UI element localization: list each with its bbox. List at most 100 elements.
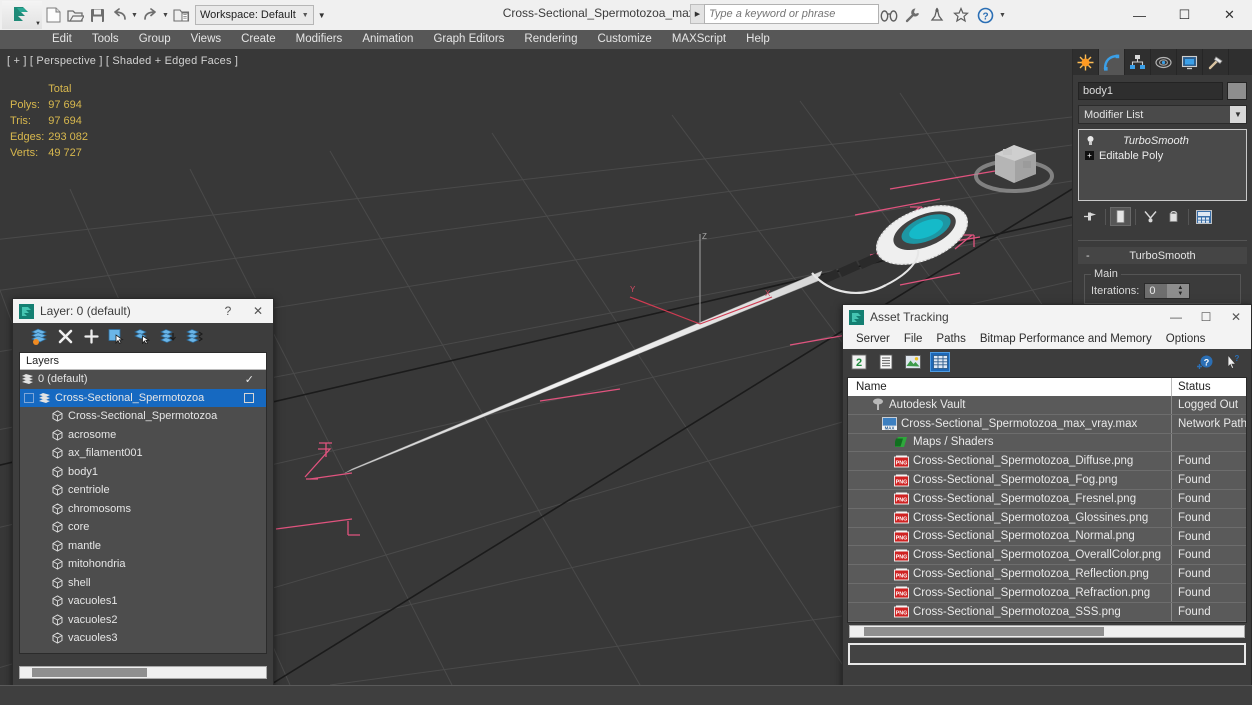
asset-name-cell[interactable]: Maps / Shaders bbox=[848, 434, 1172, 452]
help-dropdown-caret-icon[interactable]: ▼ bbox=[998, 3, 1007, 27]
utilities-tab-icon[interactable] bbox=[1203, 49, 1229, 75]
object-name-field[interactable]: body1 bbox=[1078, 82, 1223, 100]
minimize-button[interactable]: — bbox=[1161, 305, 1191, 329]
maximize-button[interactable]: ☐ bbox=[1162, 0, 1207, 30]
menu-item-views[interactable]: Views bbox=[181, 30, 231, 49]
asset-name-cell[interactable]: PNGCross-Sectional_Spermotozoa_Fog.png bbox=[848, 471, 1172, 489]
asset-row[interactable]: PNGCross-Sectional_Spermotozoa_Diffuse.p… bbox=[848, 452, 1246, 471]
asset-name-cell[interactable]: PNGCross-Sectional_Spermotozoa_Reflectio… bbox=[848, 565, 1172, 583]
asset-table[interactable]: Name Status Autodesk VaultLogged OutMAXC… bbox=[847, 377, 1247, 623]
close-button[interactable]: ✕ bbox=[243, 299, 273, 323]
scrollbar-thumb[interactable] bbox=[32, 668, 147, 677]
asset-row[interactable]: PNGCross-Sectional_Spermotozoa_Fog.pngFo… bbox=[848, 471, 1246, 490]
asset-menu-paths[interactable]: Paths bbox=[929, 333, 972, 345]
asset-row[interactable]: Autodesk VaultLogged Out bbox=[848, 396, 1246, 415]
hierarchy-tab-icon[interactable] bbox=[1125, 49, 1151, 75]
menu-item-create[interactable]: Create bbox=[231, 30, 286, 49]
help-add-icon[interactable]: ? bbox=[1195, 352, 1215, 372]
object-color-swatch[interactable] bbox=[1227, 82, 1247, 100]
menu-item-rendering[interactable]: Rendering bbox=[514, 30, 587, 49]
list-view-icon[interactable] bbox=[876, 352, 896, 372]
asset-name-cell[interactable]: PNGCross-Sectional_Spermotozoa_Normal.pn… bbox=[848, 528, 1172, 546]
asset-name-cell[interactable]: PNGCross-Sectional_Spermotozoa_Refractio… bbox=[848, 584, 1172, 602]
expand-plus-icon[interactable]: + bbox=[1085, 151, 1094, 160]
rollout-header[interactable]: - TurboSmooth bbox=[1078, 247, 1247, 264]
asset-row[interactable]: PNGCross-Sectional_Spermotozoa_OverallCo… bbox=[848, 546, 1246, 565]
asset-name-cell[interactable]: PNGCross-Sectional_Spermotozoa_Fresnel.p… bbox=[848, 490, 1172, 508]
layer-horizontal-scrollbar[interactable] bbox=[19, 666, 267, 679]
asset-menu-server[interactable]: Server bbox=[849, 333, 897, 345]
layer-dialog-titlebar[interactable]: Layer: 0 (default) ? ✕ bbox=[13, 299, 273, 323]
layer-row[interactable]: vacuoles2 bbox=[20, 611, 266, 630]
asset-row[interactable]: PNGCross-Sectional_Spermotozoa_Refractio… bbox=[848, 584, 1246, 603]
light-bulb-icon[interactable] bbox=[1085, 135, 1096, 146]
asset-horizontal-scrollbar[interactable] bbox=[849, 625, 1245, 638]
make-unique-icon[interactable] bbox=[1140, 207, 1161, 226]
close-button[interactable]: ✕ bbox=[1207, 0, 1252, 30]
grid-view-icon[interactable] bbox=[930, 352, 950, 372]
menu-item-maxscript[interactable]: MAXScript bbox=[662, 30, 736, 49]
context-help-icon[interactable]: ? bbox=[1223, 352, 1243, 372]
motion-tab-icon[interactable] bbox=[1151, 49, 1177, 75]
menu-item-tools[interactable]: Tools bbox=[82, 30, 129, 49]
menu-item-customize[interactable]: Customize bbox=[587, 30, 661, 49]
refresh-assets-icon[interactable]: 2 bbox=[849, 352, 869, 372]
layer-row[interactable]: chromosoms bbox=[20, 500, 266, 519]
workspace-selector[interactable]: Workspace: Default ▼ bbox=[195, 5, 314, 25]
iterations-spinner[interactable]: 0 ▲▼ bbox=[1144, 283, 1190, 299]
layer-expand-checkbox[interactable] bbox=[24, 393, 34, 403]
display-tab-icon[interactable] bbox=[1177, 49, 1203, 75]
asset-dialog-titlebar[interactable]: Asset Tracking — ☐ ✕ bbox=[843, 305, 1251, 329]
search-input[interactable] bbox=[704, 4, 879, 24]
layer-row[interactable]: mitohondria bbox=[20, 555, 266, 574]
menu-item-modifiers[interactable]: Modifiers bbox=[286, 30, 353, 49]
open-file-icon[interactable] bbox=[64, 3, 86, 27]
layer-dialog[interactable]: Layer: 0 (default) ? ✕ bbox=[12, 298, 274, 690]
set-project-folder-icon[interactable] bbox=[170, 3, 192, 27]
undo-icon[interactable] bbox=[108, 3, 130, 27]
close-button[interactable]: ✕ bbox=[1221, 305, 1251, 329]
asset-name-cell[interactable]: PNGCross-Sectional_Spermotozoa_Glossines… bbox=[848, 509, 1172, 527]
asset-name-cell[interactable]: Autodesk Vault bbox=[848, 396, 1172, 414]
scrollbar-thumb[interactable] bbox=[864, 627, 1104, 636]
thumbnail-view-icon[interactable] bbox=[903, 352, 923, 372]
select-highlighted-objects-icon[interactable] bbox=[107, 326, 127, 346]
layer-row[interactable]: centriole bbox=[20, 481, 266, 500]
question-help-icon[interactable]: ? bbox=[974, 4, 996, 26]
active-layer-box-icon[interactable] bbox=[244, 393, 254, 403]
asset-name-cell[interactable]: MAXCross-Sectional_Spermotozoa_max_vray.… bbox=[848, 415, 1172, 433]
layer-row[interactable]: vacuoles3 bbox=[20, 629, 266, 648]
new-file-icon[interactable] bbox=[42, 3, 64, 27]
menu-item-help[interactable]: Help bbox=[736, 30, 780, 49]
spinner-arrows-icon[interactable]: ▲▼ bbox=[1167, 284, 1189, 298]
undo-dropdown-caret-icon[interactable]: ▼ bbox=[130, 3, 139, 27]
asset-row[interactable]: PNGCross-Sectional_Spermotozoa_Reflectio… bbox=[848, 565, 1246, 584]
maximize-button[interactable]: ☐ bbox=[1191, 305, 1221, 329]
save-file-icon[interactable] bbox=[86, 3, 108, 27]
menu-item-graph-editors[interactable]: Graph Editors bbox=[423, 30, 514, 49]
layer-row[interactable]: core bbox=[20, 518, 266, 537]
modifier-stack-item-editable-poly[interactable]: + Editable Poly bbox=[1081, 148, 1244, 163]
remove-modifier-icon[interactable] bbox=[1163, 207, 1184, 226]
modify-tab-icon[interactable] bbox=[1099, 49, 1125, 75]
column-header-status[interactable]: Status bbox=[1172, 378, 1246, 396]
layer-row[interactable]: vacuoles1 bbox=[20, 592, 266, 611]
search-expand-icon[interactable]: ▶ bbox=[690, 4, 704, 24]
asset-menu-bitmap-performance-and-memory[interactable]: Bitmap Performance and Memory bbox=[973, 333, 1159, 345]
configure-modifier-sets-icon[interactable] bbox=[1193, 207, 1214, 226]
asset-row[interactable]: PNGCross-Sectional_Spermotozoa_Fresnel.p… bbox=[848, 490, 1246, 509]
layer-list[interactable]: Layers 0 (default)✓Cross-Sectional_Sperm… bbox=[19, 352, 267, 654]
collapse-minus-icon[interactable]: - bbox=[1086, 250, 1090, 262]
menu-item-edit[interactable]: Edit bbox=[42, 30, 82, 49]
layer-row[interactable]: acrosome bbox=[20, 426, 266, 445]
asset-name-cell[interactable]: PNGCross-Sectional_Spermotozoa_OverallCo… bbox=[848, 546, 1172, 564]
asset-row[interactable]: Maps / Shaders bbox=[848, 434, 1246, 453]
compass-icon[interactable] bbox=[926, 4, 948, 26]
viewport-label[interactable]: [ + ] [ Perspective ] [ Shaded + Edged F… bbox=[7, 55, 238, 67]
help-button[interactable]: ? bbox=[213, 299, 243, 323]
wrench-icon[interactable] bbox=[902, 4, 924, 26]
redo-icon[interactable] bbox=[139, 3, 161, 27]
select-objects-in-layer-icon[interactable] bbox=[133, 326, 153, 346]
layer-row[interactable]: shell bbox=[20, 574, 266, 593]
layer-row[interactable]: Cross-Sectional_Spermotozoa bbox=[20, 407, 266, 426]
